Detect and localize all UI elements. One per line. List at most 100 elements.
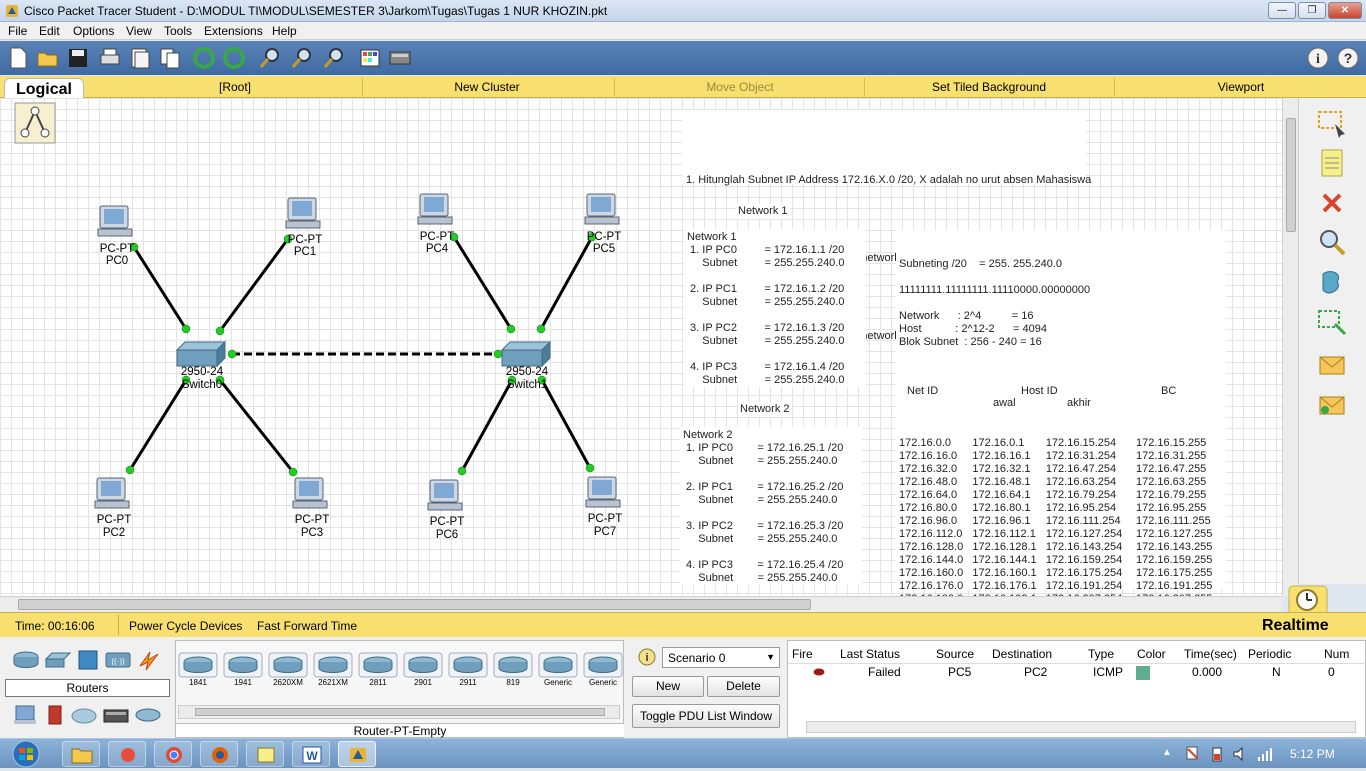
device-name-pc7[interactable]: PC7 xyxy=(583,526,627,538)
power-cycle-devices-button[interactable]: Power Cycle Devices xyxy=(129,619,242,633)
start-button-icon[interactable] xyxy=(6,739,46,769)
menu-help[interactable]: Help xyxy=(272,24,297,38)
wireless-category-icon[interactable]: ((·)) xyxy=(104,649,132,671)
workspace-vertical-scrollbar[interactable] xyxy=(1282,98,1298,596)
device-name-pc3[interactable]: PC3 xyxy=(290,527,334,539)
hubs-category-icon[interactable] xyxy=(76,649,100,671)
switches-category-icon[interactable] xyxy=(44,649,72,671)
connections-category-icon[interactable] xyxy=(136,648,162,672)
wan-emulation-category-icon[interactable] xyxy=(70,704,98,726)
info-icon[interactable]: i xyxy=(1306,46,1330,70)
device-name-pc2[interactable]: PC2 xyxy=(92,527,136,539)
taskbar-notes[interactable] xyxy=(246,741,284,767)
move-object-button[interactable]: Move Object xyxy=(645,80,835,94)
switch-icon[interactable] xyxy=(500,340,552,368)
link-pc4-switch1[interactable] xyxy=(452,236,513,330)
menu-file[interactable]: File xyxy=(8,24,27,38)
taskbar-packet-tracer[interactable] xyxy=(338,741,376,767)
inspect-icon[interactable] xyxy=(1315,226,1349,260)
new-cluster-button[interactable]: New Cluster xyxy=(392,80,582,94)
device-name-pc1[interactable]: PC1 xyxy=(283,246,327,258)
device-name-pc0[interactable]: PC0 xyxy=(95,255,139,267)
new-file-icon[interactable] xyxy=(6,46,30,70)
logical-tab[interactable]: Logical xyxy=(4,78,84,100)
menu-tools[interactable]: Tools xyxy=(164,24,192,38)
place-note-icon[interactable] xyxy=(1315,146,1349,180)
volume-icon[interactable] xyxy=(1232,745,1250,763)
custom-device-icon[interactable] xyxy=(388,46,412,70)
menu-extensions[interactable]: Extensions xyxy=(204,24,263,38)
help-question-icon[interactable]: ? xyxy=(1336,46,1360,70)
security-category-icon[interactable] xyxy=(44,704,66,726)
device-name-pc4[interactable]: PC4 xyxy=(415,243,459,255)
router-model-item[interactable]: 2621XM xyxy=(313,652,353,690)
action-center-icon[interactable] xyxy=(1184,745,1202,763)
switch-icon[interactable] xyxy=(175,340,227,368)
scenario-select[interactable]: Scenario 0 ▼ xyxy=(662,647,780,668)
realtime-clock-icon[interactable] xyxy=(1288,585,1328,615)
link-pc1-switch0[interactable] xyxy=(218,238,290,332)
network2-note[interactable]: Network 2 1. IP PC0 = 172.16.25.1 /20 Su… xyxy=(680,427,862,585)
taskbar-chrome[interactable] xyxy=(154,741,192,767)
add-simple-pdu-icon[interactable] xyxy=(1315,348,1349,382)
open-folder-icon[interactable] xyxy=(36,46,60,70)
battery-icon[interactable] xyxy=(1208,745,1226,763)
menu-options[interactable]: Options xyxy=(73,24,114,38)
link-pc0-switch0[interactable] xyxy=(132,246,188,330)
toggle-pdu-list-button[interactable]: Toggle PDU List Window xyxy=(632,704,780,728)
pc-icon[interactable] xyxy=(290,476,330,512)
activity-wizard-icon[interactable] xyxy=(128,46,152,70)
subnetting-note[interactable]: Subneting /20 = 255. 255.240.0 11111111.… xyxy=(896,230,1226,596)
minimize-button[interactable]: — xyxy=(1268,2,1296,19)
close-window-button[interactable]: ✕ xyxy=(1328,2,1362,19)
router-model-item[interactable]: 2620XM xyxy=(268,652,308,690)
routers-category-icon[interactable] xyxy=(12,649,40,671)
router-model-item[interactable]: 2811 xyxy=(358,652,398,690)
draw-shape-icon[interactable] xyxy=(1315,266,1349,300)
pc-icon[interactable] xyxy=(583,475,623,511)
device-name-pc6[interactable]: PC6 xyxy=(425,529,469,541)
add-complex-pdu-icon[interactable] xyxy=(1315,388,1349,422)
router-model-item[interactable]: 819 xyxy=(493,652,533,690)
set-tiled-background-button[interactable]: Set Tiled Background xyxy=(894,80,1084,94)
link-pc6-switch1[interactable] xyxy=(460,379,514,472)
custom-devices-category-icon[interactable] xyxy=(102,704,130,726)
model-list-scrollbar[interactable] xyxy=(178,705,620,719)
fire-pdu-icon[interactable] xyxy=(812,667,826,677)
zoom-out-icon[interactable] xyxy=(322,46,346,70)
redo-icon[interactable] xyxy=(222,46,246,70)
network-signal-icon[interactable] xyxy=(1256,745,1274,763)
pdu-list-scrollbar[interactable] xyxy=(806,721,1356,733)
menu-view[interactable]: View xyxy=(126,24,152,38)
menu-edit[interactable]: Edit xyxy=(39,24,60,38)
pc-icon[interactable] xyxy=(425,478,465,514)
scenario-info-icon[interactable]: i xyxy=(638,648,656,666)
delete-scenario-button[interactable]: Delete xyxy=(707,676,780,697)
task-note[interactable]: 1. Hitunglah Subnet IP Address 172.16.X.… xyxy=(682,110,1091,342)
vertical-scroll-thumb[interactable] xyxy=(1286,118,1296,232)
copy-icon[interactable] xyxy=(158,46,182,70)
pc-icon[interactable] xyxy=(92,476,132,512)
fast-forward-time-button[interactable]: Fast Forward Time xyxy=(257,619,357,633)
pc-icon[interactable] xyxy=(415,192,455,228)
logical-workspace[interactable]: PC-PT PC0 PC-PT PC1 PC-PT PC2 PC-PT PC3 … xyxy=(0,98,1282,596)
taskbar-firefox[interactable] xyxy=(200,741,238,767)
zoom-in-icon[interactable] xyxy=(258,46,282,70)
router-model-item[interactable]: 2901 xyxy=(403,652,443,690)
tray-expand-icon[interactable]: ▲ xyxy=(1162,747,1172,758)
resize-shape-icon[interactable] xyxy=(1315,306,1349,340)
router-model-item[interactable]: 1841 xyxy=(178,652,218,690)
root-button[interactable]: [Root] xyxy=(140,80,330,94)
select-icon[interactable] xyxy=(1315,106,1349,140)
new-scenario-button[interactable]: New xyxy=(632,676,704,697)
device-name-switch0[interactable]: Switch0 xyxy=(172,379,232,391)
model-scroll-thumb[interactable] xyxy=(195,708,605,716)
delete-icon[interactable] xyxy=(1315,186,1349,220)
end-devices-category-icon[interactable] xyxy=(12,704,40,726)
taskbar-explorer[interactable] xyxy=(62,741,100,767)
device-name-switch1[interactable]: Switch1 xyxy=(497,379,557,391)
zoom-reset-icon[interactable] xyxy=(290,46,314,70)
save-icon[interactable] xyxy=(66,46,90,70)
network1-note[interactable]: Network 1 1. IP PC0 = 172.16.1.1 /20 Sub… xyxy=(684,229,866,387)
pc-icon[interactable] xyxy=(283,196,323,232)
